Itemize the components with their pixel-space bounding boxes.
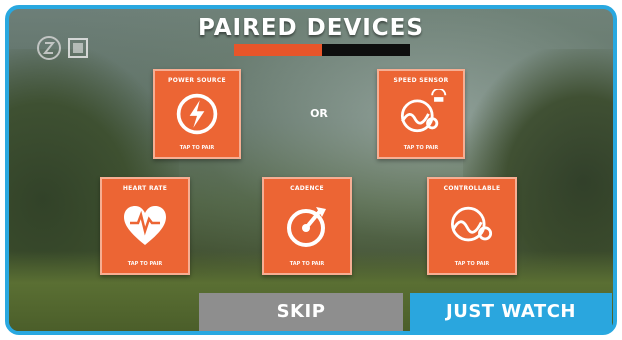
card-label: SPEED SENSOR: [393, 77, 449, 84]
page-title: PAIRED DEVICES: [198, 15, 424, 41]
card-label: HEART RATE: [122, 185, 168, 192]
progress-segment-active: [234, 44, 322, 56]
heart-rate-card[interactable]: HEART RATE TAP TO PAIR: [100, 177, 190, 275]
skip-button[interactable]: SKIP: [199, 293, 403, 331]
controllable-card[interactable]: CONTROLLABLE TAP TO PAIR: [427, 177, 517, 275]
lightning-icon: [176, 93, 218, 135]
or-divider-label: OR: [310, 107, 328, 120]
game-frame: PAIRED DEVICES POWER SOURCE TAP TO PAIR …: [5, 5, 617, 335]
cadence-card[interactable]: CADENCE TAP TO PAIR: [262, 177, 352, 275]
card-status: TAP TO PAIR: [403, 145, 439, 151]
speed-sensor-icon: [400, 89, 447, 133]
card-status: TAP TO PAIR: [454, 261, 490, 267]
card-label: CONTROLLABLE: [443, 185, 501, 192]
pairing-progress-bar: [234, 44, 410, 56]
card-status: TAP TO PAIR: [179, 145, 215, 151]
cadence-icon: [287, 207, 326, 247]
card-status: TAP TO PAIR: [289, 261, 325, 267]
card-label: CADENCE: [290, 185, 324, 192]
controllable-icon: [451, 206, 493, 242]
power-source-card[interactable]: POWER SOURCE TAP TO PAIR: [153, 69, 241, 159]
heart-icon: [124, 206, 166, 245]
speed-sensor-card[interactable]: SPEED SENSOR TAP TO PAIR: [377, 69, 465, 159]
just-watch-button[interactable]: JUST WATCH: [410, 293, 612, 331]
card-label: POWER SOURCE: [168, 77, 226, 84]
progress-segment-inactive: [322, 44, 410, 56]
card-status: TAP TO PAIR: [127, 261, 163, 267]
